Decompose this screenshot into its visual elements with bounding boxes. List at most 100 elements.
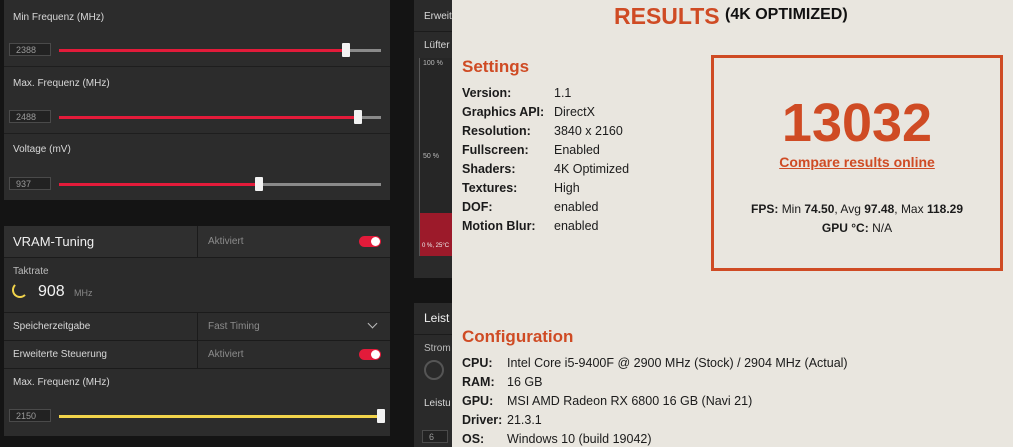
vram-tuning-panel: VRAM-Tuning Aktiviert Taktrate 908 MHz S…: [4, 226, 390, 436]
settings-row-key: Motion Blur:: [462, 219, 536, 233]
gpu-tuning-panel: Min Frequenz (MHz) 2388 Max. Frequenz (M…: [4, 0, 390, 200]
vram-title: VRAM-Tuning: [13, 234, 95, 249]
settings-row-key: DOF:: [462, 200, 493, 214]
max-frequency-slider-fill: [59, 116, 359, 119]
settings-row-key: Shaders:: [462, 162, 516, 176]
clock-label: Taktrate: [13, 266, 49, 277]
vram-max-frequency-row: Max. Frequenz (MHz) 2150: [4, 369, 390, 436]
vram-max-frequency-slider-fill: [59, 415, 381, 418]
benchmark-results-panel: RESULTS (4K OPTIMIZED) Settings Version:…: [452, 0, 1013, 447]
fan-chart-fill: [420, 213, 455, 256]
vram-header: VRAM-Tuning Aktiviert: [4, 226, 390, 258]
settings-row-value: High: [554, 181, 580, 195]
vram-max-frequency-slider-thumb[interactable]: [377, 409, 385, 423]
fps-max-label: Max: [900, 202, 924, 216]
settings-row-value: enabled: [554, 200, 599, 214]
settings-row-key: Fullscreen:: [462, 143, 529, 157]
settings-row-key: Resolution:: [462, 124, 531, 138]
voltage-slider-thumb[interactable]: [254, 177, 263, 191]
power-divider: [414, 334, 454, 335]
score-value: 13032: [781, 93, 933, 153]
fps-min-label: Min: [781, 202, 802, 216]
timing-divider: [197, 313, 198, 340]
compare-results-link[interactable]: Compare results online: [714, 154, 1000, 170]
min-frequency-input[interactable]: 2388: [9, 43, 51, 56]
middle-top-panel: Erweit Lüfter 100 % 50 % 0 %, 25°C: [414, 0, 455, 278]
max-frequency-row: Max. Frequenz (MHz) 2488: [4, 67, 390, 134]
advanced-status: Aktiviert: [208, 349, 244, 360]
max-frequency-input[interactable]: 2488: [9, 110, 51, 123]
power-panel: Leist Strom Leistu 6: [414, 303, 454, 447]
advanced-divider: [197, 341, 198, 368]
vram-max-frequency-input[interactable]: 2150: [9, 409, 51, 422]
min-frequency-slider-fill: [59, 49, 346, 52]
max-frequency-slider-thumb[interactable]: [354, 110, 363, 124]
power-limit-input[interactable]: 6: [422, 430, 448, 443]
min-frequency-row: Min Frequenz (MHz) 2388: [4, 0, 390, 67]
settings-row-key: Textures:: [462, 181, 518, 195]
fan-chart-100: 100 %: [423, 60, 443, 67]
settings-row-value: 3840 x 2160: [554, 124, 623, 138]
config-row-key: Driver:: [462, 413, 503, 427]
gpu-temp-value: N/A: [872, 221, 893, 235]
max-frequency-slider[interactable]: [59, 110, 381, 124]
voltage-input[interactable]: 937: [9, 177, 51, 190]
clock-unit: MHz: [74, 288, 93, 298]
fan-chart-50: 50 %: [423, 153, 439, 160]
vram-status: Aktiviert: [208, 236, 244, 247]
timing-row: Speicherzeitgabe Fast Timing: [4, 313, 390, 341]
configuration-header: Configuration: [462, 327, 574, 346]
settings-row-value: 1.1: [554, 86, 572, 100]
min-frequency-label: Min Frequenz (MHz): [13, 12, 105, 23]
max-frequency-label: Max. Frequenz (MHz): [13, 78, 110, 89]
vram-divider: [197, 226, 198, 257]
power-label: Leist: [424, 311, 450, 325]
settings-row-value: enabled: [554, 219, 599, 233]
power-limit-label: Leistu: [424, 398, 451, 409]
fps-line: FPS: Min 74.50, Avg 97.48, Max 118.29: [751, 202, 963, 216]
min-frequency-slider-thumb[interactable]: [341, 43, 350, 57]
config-row-key: OS:: [462, 432, 485, 446]
advanced-label: Erweiterte Steuerung: [13, 349, 107, 360]
config-row-value: Intel Core i5-9400F @ 2900 MHz (Stock) /…: [507, 356, 848, 370]
voltage-label: Voltage (mV): [13, 144, 71, 155]
config-row-key: CPU:: [462, 356, 493, 370]
power-gauge-icon: [424, 360, 444, 380]
settings-row-value: 4K Optimized: [554, 162, 630, 176]
clock-gauge-icon: [12, 282, 28, 298]
voltage-slider[interactable]: [59, 177, 381, 191]
power-sub-label: Strom: [424, 343, 451, 354]
fps-avg: 97.48: [864, 202, 895, 216]
settings-row-key: Version:: [462, 86, 512, 100]
config-row-key: RAM:: [462, 375, 495, 389]
fps-min: 74.50: [804, 202, 835, 216]
config-row-value: MSI AMD Radeon RX 6800 16 GB (Navi 21): [507, 394, 753, 408]
score-box: 13032 Compare results online FPS: Min 74…: [711, 55, 1003, 271]
advanced-toggle[interactable]: [359, 349, 381, 360]
advanced-row: Erweiterte Steuerung Aktiviert: [4, 341, 390, 369]
fan-chart-tag: 0 %, 25°C: [422, 243, 450, 249]
config-row-key: GPU:: [462, 394, 494, 408]
fps-label: FPS:: [751, 202, 779, 216]
results-title: RESULTS: [614, 3, 720, 29]
settings-header: Settings: [462, 57, 530, 76]
min-frequency-slider[interactable]: [59, 43, 381, 57]
config-row-value: 16 GB: [507, 375, 543, 389]
timing-label: Speicherzeitgabe: [13, 321, 91, 332]
settings-row-value: Enabled: [554, 143, 600, 157]
advanced-tab-label: Erweit: [424, 11, 452, 22]
fan-chart: 100 % 50 % 0 %, 25°C: [419, 58, 455, 256]
gpu-temp-label: GPU °C:: [821, 221, 869, 235]
chevron-down-icon[interactable]: [367, 318, 378, 329]
voltage-slider-fill: [59, 183, 259, 186]
vram-max-frequency-label: Max. Frequenz (MHz): [13, 377, 110, 388]
voltage-row: Voltage (mV) 937: [4, 134, 390, 200]
fps-max: 118.29: [926, 202, 963, 216]
settings-row-value: DirectX: [554, 105, 595, 119]
config-row-value: 21.3.1: [507, 413, 542, 427]
timing-dropdown-value[interactable]: Fast Timing: [208, 321, 260, 332]
vram-max-frequency-slider[interactable]: [59, 409, 385, 423]
results-subtitle: (4K OPTIMIZED): [725, 6, 848, 23]
vram-toggle[interactable]: [359, 236, 381, 247]
fan-label: Lüfter: [424, 40, 450, 51]
